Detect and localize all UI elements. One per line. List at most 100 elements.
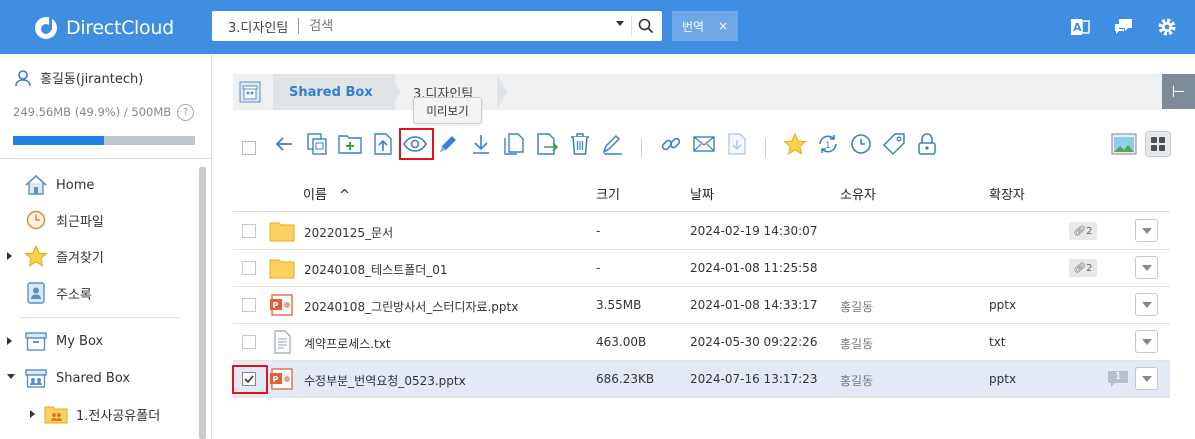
storage-quota-text: 249.56MB (49.9%) / 500MB xyxy=(13,105,172,119)
column-header-date[interactable]: 날짜 xyxy=(690,184,714,203)
tag-filter-chip[interactable]: 번역 × xyxy=(672,11,739,41)
version-button[interactable]: 1 xyxy=(815,130,841,158)
row-menu-button[interactable] xyxy=(1135,330,1158,353)
search-dropdown-caret-icon[interactable] xyxy=(616,21,624,26)
row-checkbox[interactable] xyxy=(242,261,256,275)
favorite-button[interactable] xyxy=(782,130,808,158)
email-button[interactable] xyxy=(691,130,717,158)
breadcrumb-item-shared-box[interactable]: Shared Box xyxy=(273,74,395,110)
upload-button[interactable] xyxy=(370,130,396,158)
row-checkbox[interactable] xyxy=(242,335,256,349)
pptx-file-icon: P xyxy=(270,294,293,316)
panel-toggle-button[interactable]: ⊢ xyxy=(1162,74,1195,109)
row-checkbox[interactable] xyxy=(242,224,256,238)
row-menu-button[interactable] xyxy=(1135,219,1158,242)
search-scope[interactable]: 3.디자인팀 xyxy=(212,17,288,36)
upload-icon xyxy=(374,133,392,155)
file-name[interactable]: 20240108_그린방사서_스터디자료.pptx xyxy=(304,298,518,315)
search-input[interactable] xyxy=(309,18,570,34)
breadcrumb: Shared Box 3.디자인팀 xyxy=(233,74,1170,110)
file-name[interactable]: 수정부분_번역요청_0523.pptx xyxy=(304,372,466,389)
help-icon[interactable]: ? xyxy=(177,104,194,121)
new-folder-button[interactable] xyxy=(337,130,363,158)
download-button[interactable] xyxy=(468,130,494,158)
toolbar-separator xyxy=(641,138,642,158)
sidebar-item-my-box[interactable]: My Box xyxy=(24,327,103,355)
history-button[interactable] xyxy=(848,130,874,158)
search-box[interactable]: 3.디자인팀 xyxy=(212,11,662,41)
copy-files-icon xyxy=(307,133,327,155)
share-link-button[interactable] xyxy=(658,130,684,158)
share-link-count: 2 xyxy=(1086,225,1093,237)
sidebar-item-recent[interactable]: 최근파일 xyxy=(24,206,104,234)
expand-arrow-icon[interactable] xyxy=(7,252,12,260)
row-menu-button[interactable] xyxy=(1135,256,1158,279)
sidebar-item-favorites[interactable]: 즐겨찾기 xyxy=(24,242,104,270)
row-menu-button[interactable] xyxy=(1135,293,1158,316)
tag-chip-label: 번역 xyxy=(682,19,705,34)
recent-clock-icon xyxy=(26,210,46,230)
file-date: 2024-01-08 11:25:58 xyxy=(690,261,818,275)
shared-box-root-icon[interactable] xyxy=(239,81,261,103)
file-name[interactable]: 20240108_테스트폴더_01 xyxy=(304,261,448,278)
back-button[interactable] xyxy=(271,130,297,158)
expand-arrow-icon[interactable] xyxy=(7,337,12,345)
sidebar-scrollbar[interactable] xyxy=(199,167,206,439)
sidebar-item-label: My Box xyxy=(56,333,104,349)
request-button[interactable] xyxy=(724,130,750,158)
duplicate-button[interactable] xyxy=(501,130,527,158)
top-bar: DirectCloud 3.디자인팀 번역 × A xyxy=(0,0,1195,54)
tag-chip-close-icon[interactable]: × xyxy=(718,19,728,33)
user-profile[interactable]: 홍길동(jirantech) xyxy=(14,68,143,87)
logo[interactable]: DirectCloud xyxy=(32,14,174,42)
table-row[interactable]: 20220125_문서 - 2024-02-19 14:30:07 🔗︎ 2 xyxy=(233,213,1170,250)
table-row-selected[interactable]: P 수정부분_번역요청_0523.pptx 686.23KB 2024-07-1… xyxy=(233,361,1170,398)
logo-text: DirectCloud xyxy=(66,17,174,39)
file-name[interactable]: 계약프로세스.txt xyxy=(304,335,391,352)
tag-icon xyxy=(882,133,905,156)
file-name[interactable]: 20220125_문서 xyxy=(304,224,393,241)
file-extension: pptx xyxy=(989,298,1017,312)
table-row[interactable]: 20240108_테스트폴더_01 - 2024-01-08 11:25:58 … xyxy=(233,250,1170,287)
search-separator xyxy=(298,18,300,34)
cloud-logo-icon xyxy=(35,17,57,39)
translate-icon[interactable]: A xyxy=(1069,16,1091,38)
comment-badge[interactable]: 1 xyxy=(1107,370,1129,388)
list-view-grid-icon[interactable] xyxy=(1145,131,1171,157)
column-header-size[interactable]: 크기 xyxy=(596,184,620,203)
collapse-arrow-icon[interactable] xyxy=(7,374,15,379)
sidebar: 홍길동(jirantech) 249.56MB (49.9%) / 500MB … xyxy=(0,54,212,439)
chat-icon[interactable] xyxy=(1113,16,1135,38)
column-header-extension[interactable]: 확장자 xyxy=(989,184,1025,203)
sidebar-item-company-shared[interactable]: 1.전사공유폴더 xyxy=(44,400,160,428)
column-header-owner[interactable]: 소유자 xyxy=(840,184,876,203)
history-clock-icon xyxy=(851,134,871,154)
link-small-icon: 🔗︎ xyxy=(1073,262,1087,274)
settings-gear-icon[interactable] xyxy=(1156,16,1178,38)
sidebar-item-home[interactable]: Home xyxy=(24,171,94,199)
row-checkbox[interactable] xyxy=(242,298,256,312)
move-file-icon xyxy=(537,133,559,155)
search-icon[interactable] xyxy=(638,18,654,34)
sidebar-item-shared-box[interactable]: Shared Box xyxy=(24,364,130,392)
share-link-badge[interactable]: 🔗︎ 2 xyxy=(1069,259,1097,277)
request-file-icon xyxy=(728,133,746,155)
select-all-checkbox[interactable] xyxy=(242,141,256,155)
rename-button[interactable] xyxy=(600,130,626,158)
column-header-name[interactable]: 이름 ^ xyxy=(303,184,350,203)
table-row[interactable]: 계약프로세스.txt 463.00B 2024-05-30 09:22:26 홍… xyxy=(233,324,1170,361)
lock-button[interactable] xyxy=(914,130,940,158)
expand-arrow-icon[interactable] xyxy=(30,410,35,418)
delete-button[interactable] xyxy=(567,130,593,158)
sidebar-item-address-book[interactable]: 주소록 xyxy=(24,279,92,307)
file-table-header: 이름 ^ 크기 날짜 소유자 확장자 xyxy=(233,172,1170,212)
tag-button[interactable] xyxy=(881,130,907,158)
table-row[interactable]: P 20240108_그린방사서_스터디자료.pptx 3.55MB 2024-… xyxy=(233,287,1170,324)
row-menu-button[interactable] xyxy=(1135,367,1158,390)
share-link-badge[interactable]: 🔗︎ 2 xyxy=(1069,222,1097,240)
edit-button[interactable] xyxy=(435,130,461,158)
move-button[interactable] xyxy=(534,130,560,158)
thumbnail-view-icon[interactable] xyxy=(1111,131,1137,157)
lock-icon xyxy=(918,133,936,155)
copy-to-button[interactable] xyxy=(304,130,330,158)
